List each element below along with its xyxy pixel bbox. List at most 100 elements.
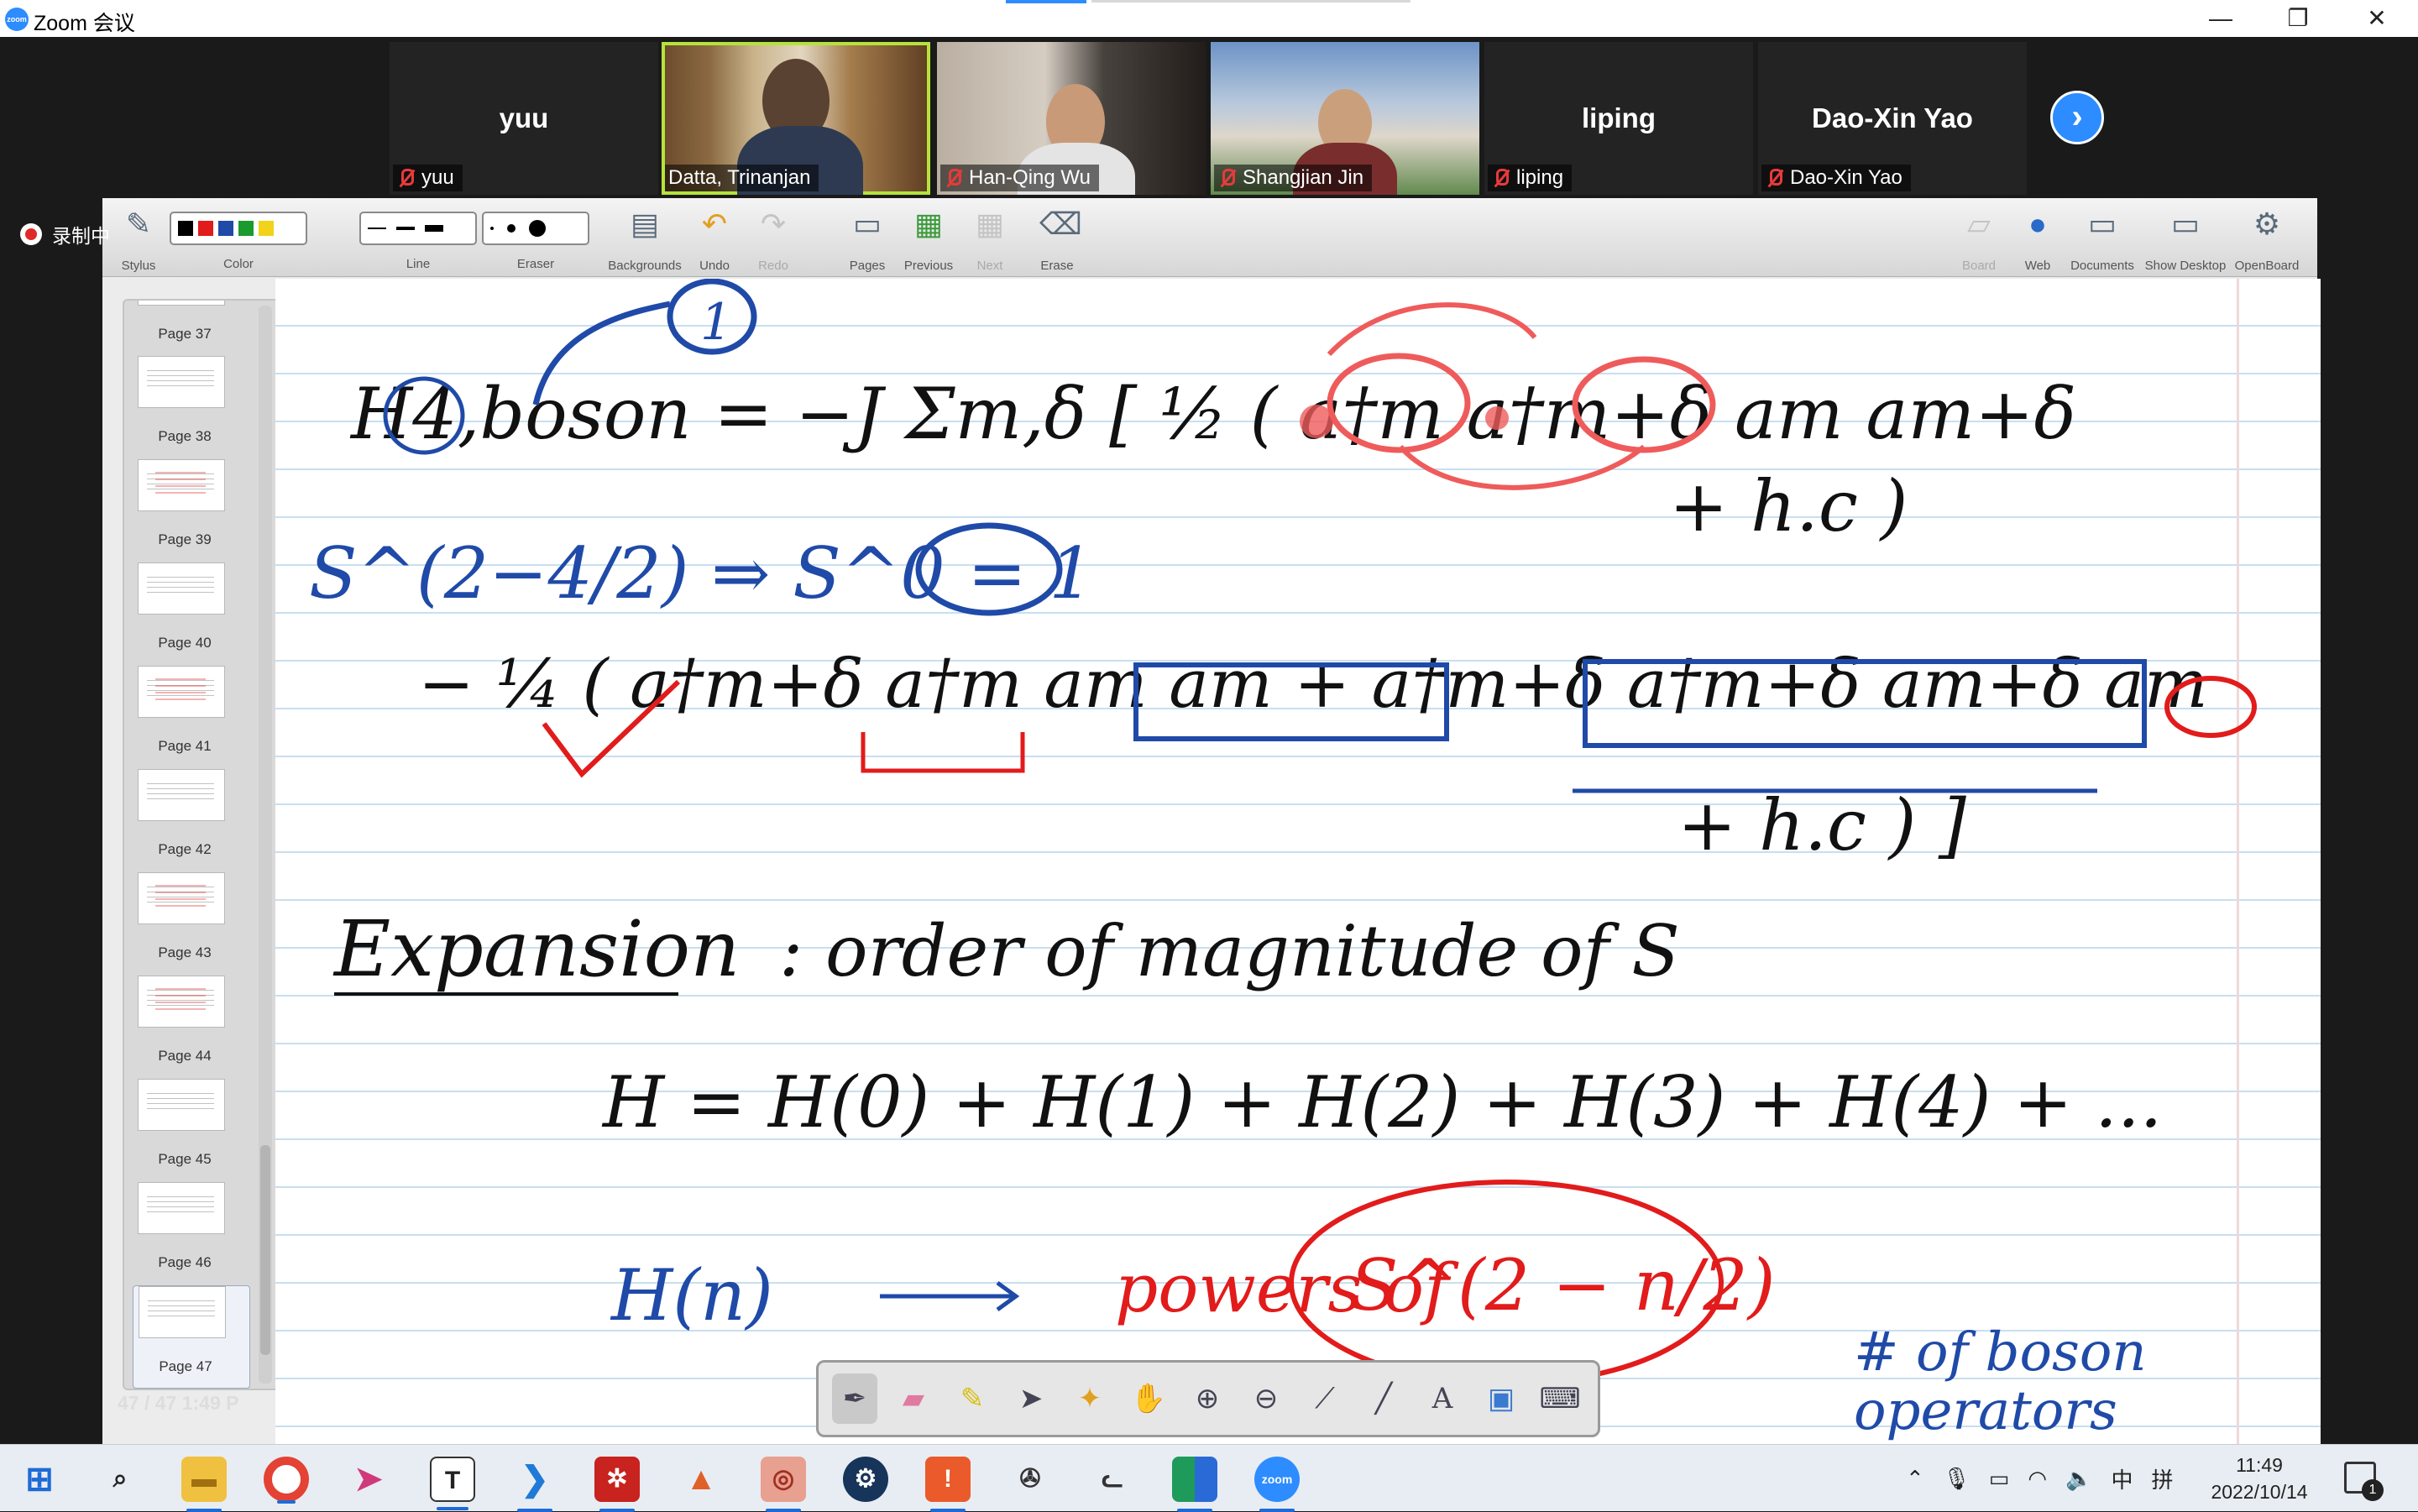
chevron-right-icon[interactable]: › bbox=[2050, 91, 2104, 144]
keyboard-icon[interactable]: ⌨ bbox=[1537, 1373, 1583, 1424]
color-swatch-red[interactable] bbox=[198, 221, 213, 236]
page-thumbnail[interactable]: Page 44 bbox=[133, 976, 250, 1079]
participant-name: yuu bbox=[499, 102, 549, 133]
page-thumbnail[interactable]: Page 39 bbox=[133, 459, 250, 562]
redo-button[interactable]: ↷ Redo bbox=[744, 207, 803, 274]
eraser-icon[interactable]: ▰ bbox=[891, 1373, 936, 1424]
restore-button[interactable]: ❐ bbox=[2260, 0, 2336, 37]
page-thumbnail[interactable]: Page 46 bbox=[133, 1182, 250, 1285]
next-button[interactable]: ▦ Next bbox=[960, 207, 1019, 274]
eraser-size-picker[interactable] bbox=[482, 212, 589, 245]
eraser-small-icon[interactable] bbox=[490, 227, 494, 230]
documents-button[interactable]: ▭ Documents bbox=[2064, 207, 2141, 274]
page-thumbnail[interactable]: Page 45 bbox=[133, 1079, 250, 1182]
app-wheel-icon[interactable]: ✇ bbox=[1008, 1457, 1053, 1502]
eraser-medium-icon[interactable] bbox=[507, 224, 516, 233]
line-thin-icon[interactable] bbox=[368, 228, 386, 229]
pen-icon[interactable]: ✒ bbox=[832, 1373, 877, 1424]
page-label: Page 43 bbox=[158, 944, 212, 960]
page-thumbnail[interactable]: Page 42 bbox=[133, 769, 250, 872]
color-swatch-yellow[interactable] bbox=[259, 221, 274, 236]
participant-tile[interactable]: Han-Qing Wu bbox=[937, 42, 1206, 195]
svg-text:1: 1 bbox=[700, 293, 732, 352]
notification-count: 1 bbox=[2362, 1479, 2384, 1501]
whiteboard-canvas[interactable]: H4,boson = −J Σm,δ [ ½ ( a†m a†m+δ am am… bbox=[275, 279, 2321, 1444]
color-swatch-green[interactable] bbox=[238, 221, 254, 236]
recording-indicator[interactable]: 录制中 bbox=[20, 220, 110, 249]
line-medium-icon[interactable] bbox=[396, 227, 415, 230]
previous-button[interactable]: ▦ Previous bbox=[895, 207, 962, 274]
stylus-icon: ✎ bbox=[125, 207, 152, 241]
page-thumbnail[interactable]: Page 38 bbox=[133, 356, 250, 459]
app-pink-icon[interactable]: ➤ bbox=[346, 1457, 391, 1502]
ime-mode[interactable]: 拼 bbox=[2151, 1463, 2173, 1494]
participant-tile[interactable]: Dao-Xin Yao Dao-Xin Yao bbox=[1758, 42, 2027, 195]
app-cat-icon[interactable]: ᓚ bbox=[1090, 1457, 1135, 1502]
file-explorer-icon[interactable]: ▬ bbox=[181, 1457, 227, 1512]
participant-tile-active[interactable]: Datta, Trinanjan bbox=[662, 42, 930, 195]
chevron-up-icon[interactable]: ⌃ bbox=[1906, 1466, 1924, 1492]
app-green-icon[interactable] bbox=[1172, 1457, 1217, 1512]
openboard-menu-button[interactable]: ⚙ OpenBoard bbox=[2227, 207, 2307, 274]
color-swatch-black[interactable] bbox=[178, 221, 193, 236]
app-orange-icon[interactable]: ! bbox=[925, 1457, 971, 1512]
stylus-button[interactable]: ✎ Stylus bbox=[109, 207, 168, 274]
zoom-taskbar-icon[interactable]: zoom bbox=[1254, 1457, 1300, 1512]
line-thick-icon[interactable] bbox=[425, 225, 443, 232]
volume-icon[interactable]: 🔈 bbox=[2065, 1466, 2092, 1492]
page-label: Page 46 bbox=[158, 1254, 212, 1270]
color-swatch-blue[interactable] bbox=[218, 221, 233, 236]
clock-date: 2022/10/14 bbox=[2211, 1481, 2308, 1503]
zoom-out-icon[interactable]: ⊖ bbox=[1243, 1373, 1289, 1424]
page-thumbnail[interactable]: Page 41 bbox=[133, 666, 250, 769]
eraser-large-icon[interactable] bbox=[529, 220, 546, 237]
participant-tile[interactable]: Shangjian Jin bbox=[1211, 42, 1479, 195]
erase-button[interactable]: ⌫ Erase bbox=[1028, 207, 1086, 274]
page-thumbnail-current[interactable]: Page 47 bbox=[133, 1285, 250, 1389]
wifi-icon[interactable]: ◠ bbox=[2028, 1466, 2047, 1492]
text-icon[interactable]: A bbox=[1420, 1373, 1465, 1424]
thumbnail-scrollbar[interactable] bbox=[259, 306, 272, 1384]
undo-button[interactable]: ↶ Undo bbox=[685, 207, 744, 274]
notification-icon[interactable]: 1 bbox=[2344, 1462, 2384, 1501]
search-icon[interactable]: ⌕ bbox=[97, 1457, 143, 1502]
matlab-icon[interactable]: ▲ bbox=[678, 1457, 724, 1502]
battery-icon[interactable]: ▭ bbox=[1989, 1466, 2010, 1492]
line-width-picker[interactable] bbox=[359, 212, 477, 245]
hand-icon[interactable]: ✋ bbox=[1126, 1373, 1171, 1424]
windows-start-icon[interactable]: ⊞ bbox=[17, 1457, 62, 1502]
expansion-heading: Expansion bbox=[332, 904, 740, 994]
vscode-icon[interactable]: ❯ bbox=[512, 1457, 557, 1512]
minimize-button[interactable]: — bbox=[2183, 0, 2258, 37]
page-thumbnail[interactable]: Page 37 bbox=[133, 301, 250, 357]
laser-icon[interactable]: ✦ bbox=[1067, 1373, 1112, 1424]
backgrounds-button[interactable]: ▤ Backgrounds bbox=[603, 207, 687, 274]
close-button[interactable]: ✕ bbox=[2339, 0, 2415, 37]
page-thumbnail-image bbox=[138, 459, 225, 511]
steam-icon[interactable]: ⚙ bbox=[843, 1457, 888, 1502]
pages-button[interactable]: ▭ Pages bbox=[838, 207, 897, 274]
page-thumbnail[interactable]: Page 40 bbox=[133, 562, 250, 666]
web-button[interactable]: ● Web bbox=[2008, 207, 2067, 274]
capture-icon[interactable]: ▣ bbox=[1479, 1373, 1524, 1424]
ime-language[interactable]: 中 bbox=[2111, 1463, 2133, 1494]
color-picker-icon[interactable]: ⟋ bbox=[1302, 1373, 1348, 1424]
color-palette[interactable] bbox=[170, 212, 307, 245]
highlighter-icon[interactable]: ✎ bbox=[950, 1373, 995, 1424]
zoom-in-icon[interactable]: ⊕ bbox=[1185, 1373, 1230, 1424]
microphone-icon[interactable]: 🎙 bbox=[1943, 1466, 1971, 1492]
typora-icon[interactable]: T bbox=[430, 1457, 475, 1510]
chrome-icon[interactable] bbox=[264, 1457, 309, 1504]
app-red-icon[interactable]: ✲ bbox=[594, 1457, 640, 1512]
show-desktop-button[interactable]: ▭ Show Desktop bbox=[2139, 207, 2232, 274]
participant-tile[interactable]: liping liping bbox=[1484, 42, 1753, 195]
clock[interactable]: 11:49 2022/10/14 bbox=[2205, 1452, 2314, 1505]
board-button[interactable]: ▱ Board bbox=[1950, 207, 2008, 274]
page-thumbnail[interactable]: Page 43 bbox=[133, 872, 250, 976]
recording-label: 录制中 bbox=[52, 225, 110, 247]
line-icon[interactable]: ╱ bbox=[1361, 1373, 1406, 1424]
participant-tile[interactable]: yuu yuu bbox=[390, 42, 658, 195]
scrollbar-thumb[interactable] bbox=[260, 1145, 270, 1355]
app-pdf-icon[interactable]: ◎ bbox=[761, 1457, 806, 1512]
pointer-icon[interactable]: ➤ bbox=[1008, 1373, 1054, 1424]
